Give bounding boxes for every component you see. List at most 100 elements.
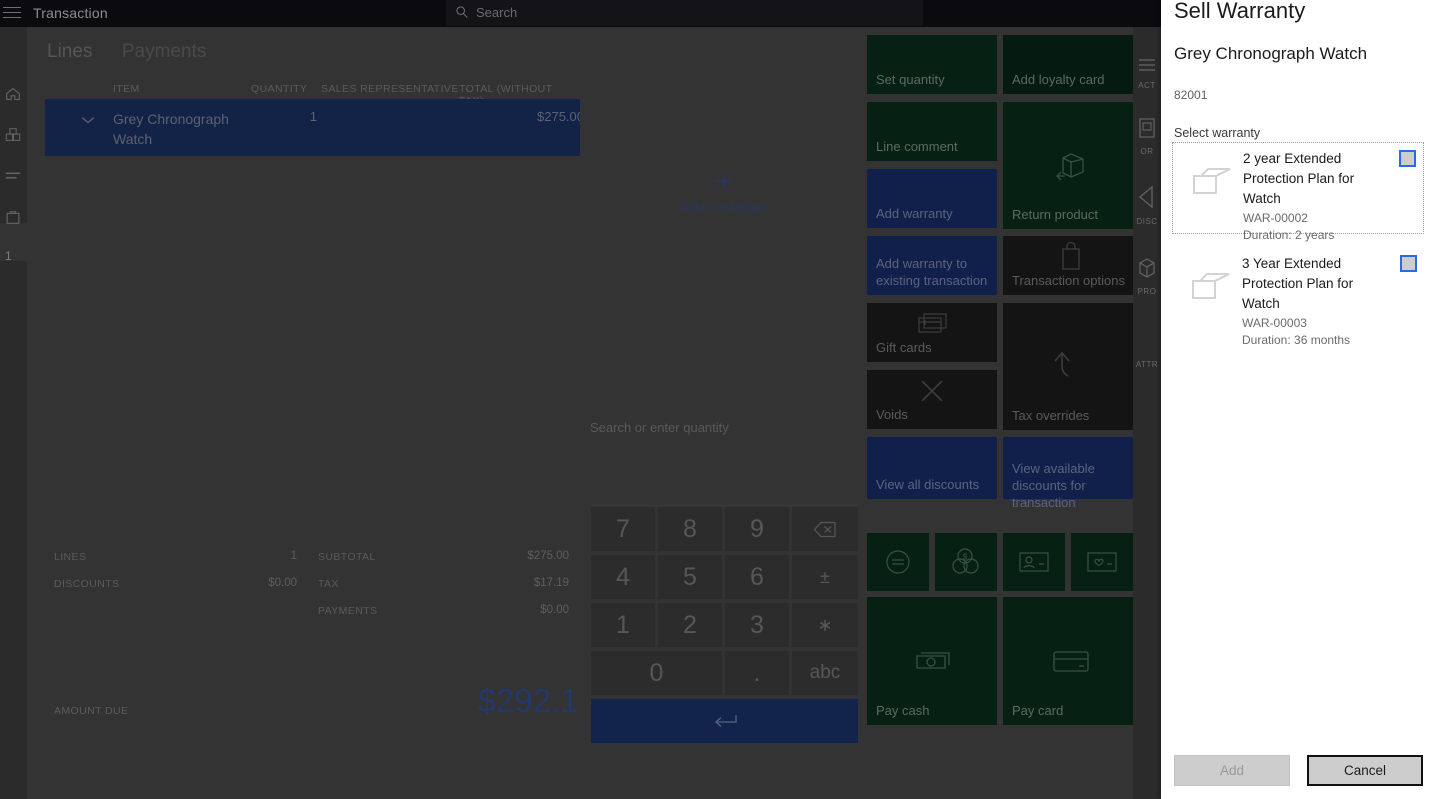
action-tiles: Set quantity Add loyalty card Line comme… bbox=[867, 27, 1157, 799]
tile-view-available-discounts[interactable]: View available discounts for transaction bbox=[1003, 437, 1138, 510]
home-icon[interactable] bbox=[4, 85, 22, 103]
search-icon bbox=[456, 6, 468, 18]
line-item-quantity: 1 bbox=[309, 109, 317, 124]
tile-add-warranty[interactable]: Add warranty bbox=[867, 169, 997, 228]
select-warranty-label: Select warranty bbox=[1174, 126, 1261, 140]
keypad-key-6[interactable]: 6 bbox=[725, 555, 789, 599]
sell-warranty-panel: Sell Warranty Grey Chronograph Watch 820… bbox=[1161, 0, 1431, 799]
list-item[interactable]: 3 Year Extended Protection Plan for Watc… bbox=[1172, 248, 1424, 347]
warranty-checkbox[interactable] bbox=[1399, 150, 1416, 167]
keypad-key-9[interactable]: 9 bbox=[725, 507, 789, 551]
hamburger-icon[interactable] bbox=[3, 7, 25, 20]
chevron-down-icon[interactable] bbox=[81, 116, 95, 124]
keypad-key-asterisk[interactable]: ∗ bbox=[792, 603, 858, 647]
loyalty-card-icon bbox=[1071, 550, 1133, 574]
keypad-key-0[interactable]: 0 bbox=[591, 651, 722, 695]
warranty-duration: Duration: 2 years bbox=[1243, 228, 1335, 242]
tile-pay-card[interactable]: Pay card bbox=[1003, 597, 1138, 725]
cancel-button[interactable]: Cancel bbox=[1307, 755, 1423, 786]
keypad-key-7[interactable]: 7 bbox=[591, 507, 655, 551]
products-icon[interactable] bbox=[4, 126, 22, 144]
keypad-key-plus-minus[interactable]: ± bbox=[792, 555, 858, 599]
column-header-sales-rep: SALES REPRESENTATIVE bbox=[321, 83, 459, 95]
undo-icon bbox=[1003, 346, 1138, 388]
keypad-key-4[interactable]: 4 bbox=[591, 555, 655, 599]
add-button[interactable]: Add bbox=[1174, 755, 1290, 786]
lines-icon[interactable] bbox=[4, 167, 22, 185]
currency-coins-icon: $ bbox=[935, 547, 997, 577]
rail-caption: ACT bbox=[1138, 81, 1156, 90]
tile-label: Gift cards bbox=[876, 340, 932, 355]
keypad-key-backspace[interactable] bbox=[792, 507, 858, 551]
warranty-list: 2 year Extended Protection Plan for Watc… bbox=[1172, 142, 1424, 347]
tile-add-loyalty-card[interactable]: Add loyalty card bbox=[1003, 35, 1138, 94]
totals-label-lines: LINES bbox=[54, 551, 87, 563]
tile-gift-cards[interactable]: Gift cards bbox=[867, 303, 997, 362]
tile-label: Return product bbox=[1012, 207, 1098, 222]
gift-card-icon bbox=[867, 309, 997, 337]
keypad-key-1[interactable]: 1 bbox=[591, 603, 655, 647]
tile-return-product[interactable]: Return product bbox=[1003, 102, 1138, 229]
tile-label: Add loyalty card bbox=[1012, 72, 1105, 87]
line-item-name: Grey Chronograph Watch bbox=[113, 111, 229, 147]
plus-icon: + bbox=[714, 163, 733, 198]
totals-label-subtotal: SUBTOTAL bbox=[318, 551, 376, 563]
tile-label: View all discounts bbox=[876, 477, 980, 492]
exact-amount-icon bbox=[867, 547, 929, 577]
quick-customer-card[interactable] bbox=[1003, 533, 1065, 591]
quick-currency-coins[interactable]: $ bbox=[935, 533, 997, 591]
actions-icon bbox=[1139, 59, 1155, 71]
keypad-divider bbox=[590, 505, 857, 506]
list-item[interactable]: 2 year Extended Protection Plan for Watc… bbox=[1172, 142, 1424, 242]
rail-item-product[interactable]: PRO bbox=[1133, 257, 1161, 296]
tab-lines[interactable]: Lines bbox=[47, 41, 92, 63]
keypad-key-abc[interactable]: abc bbox=[792, 651, 858, 695]
panel-product-id: 82001 bbox=[1174, 88, 1208, 102]
keypad-key-5[interactable]: 5 bbox=[658, 555, 722, 599]
product-icon bbox=[1139, 258, 1155, 278]
close-x-icon bbox=[867, 376, 997, 406]
keypad-key-3[interactable]: 3 bbox=[725, 603, 789, 647]
rail-item-order[interactable]: OR bbox=[1133, 117, 1161, 156]
rail-caption: ATTR bbox=[1135, 360, 1159, 369]
keypad-key-decimal[interactable]: . bbox=[725, 651, 789, 695]
discounts-icon bbox=[1138, 185, 1153, 209]
right-navigation-rail: ACT OR DISC PRO ATTR bbox=[1133, 27, 1161, 799]
rail-item-actions[interactable]: ACT bbox=[1133, 57, 1161, 90]
transaction-tabs: Lines Payments bbox=[47, 41, 231, 63]
tile-voids[interactable]: Voids bbox=[867, 370, 997, 429]
quick-loyalty-card[interactable] bbox=[1071, 533, 1133, 591]
keypad-key-enter[interactable] bbox=[591, 699, 858, 743]
keypad-key-2[interactable]: 2 bbox=[658, 603, 722, 647]
rail-caption: OR bbox=[1140, 147, 1154, 156]
tile-view-all-discounts[interactable]: View all discounts bbox=[867, 437, 997, 499]
panel-actions: Add Cancel bbox=[1161, 755, 1431, 787]
totals-value-subtotal: $275.00 bbox=[527, 550, 569, 562]
totals-value-tax: $17.19 bbox=[533, 577, 569, 589]
quick-exact-amount[interactable] bbox=[867, 533, 929, 591]
table-row[interactable]: Grey Chronograph Watch 1 $275.00 bbox=[45, 99, 584, 156]
tile-add-warranty-existing[interactable]: Add warranty to existing transaction bbox=[867, 236, 997, 295]
line-item-total: $275.00 bbox=[537, 109, 584, 124]
tile-label: Add warranty to existing transaction bbox=[876, 256, 988, 288]
return-product-icon bbox=[1003, 146, 1138, 186]
tab-payments[interactable]: Payments bbox=[122, 41, 206, 63]
tile-line-comment[interactable]: Line comment bbox=[867, 102, 997, 161]
tile-tax-overrides[interactable]: Tax overrides bbox=[1003, 303, 1138, 430]
warranty-name: 2 year Extended Protection Plan for Watc… bbox=[1243, 151, 1355, 206]
global-search[interactable]: Search bbox=[446, 0, 923, 26]
tile-set-quantity[interactable]: Set quantity bbox=[867, 35, 997, 94]
warranty-code: WAR-00002 bbox=[1243, 211, 1308, 225]
tile-transaction-options[interactable]: Transaction options bbox=[1003, 236, 1138, 295]
tile-label: Add warranty bbox=[876, 206, 953, 221]
bag-icon[interactable] bbox=[4, 208, 22, 226]
warranty-checkbox[interactable] bbox=[1400, 255, 1417, 272]
enter-icon bbox=[714, 715, 737, 727]
search-quantity-input[interactable]: Search or enter quantity bbox=[590, 420, 729, 435]
add-customer-button[interactable]: + Add customer bbox=[580, 163, 867, 215]
tile-label: Set quantity bbox=[876, 72, 945, 87]
tile-pay-cash[interactable]: Pay cash bbox=[867, 597, 997, 725]
keypad-key-8[interactable]: 8 bbox=[658, 507, 722, 551]
rail-item-discounts[interactable]: DISC bbox=[1133, 185, 1161, 226]
rail-item-attributes[interactable]: ATTR bbox=[1133, 357, 1161, 369]
